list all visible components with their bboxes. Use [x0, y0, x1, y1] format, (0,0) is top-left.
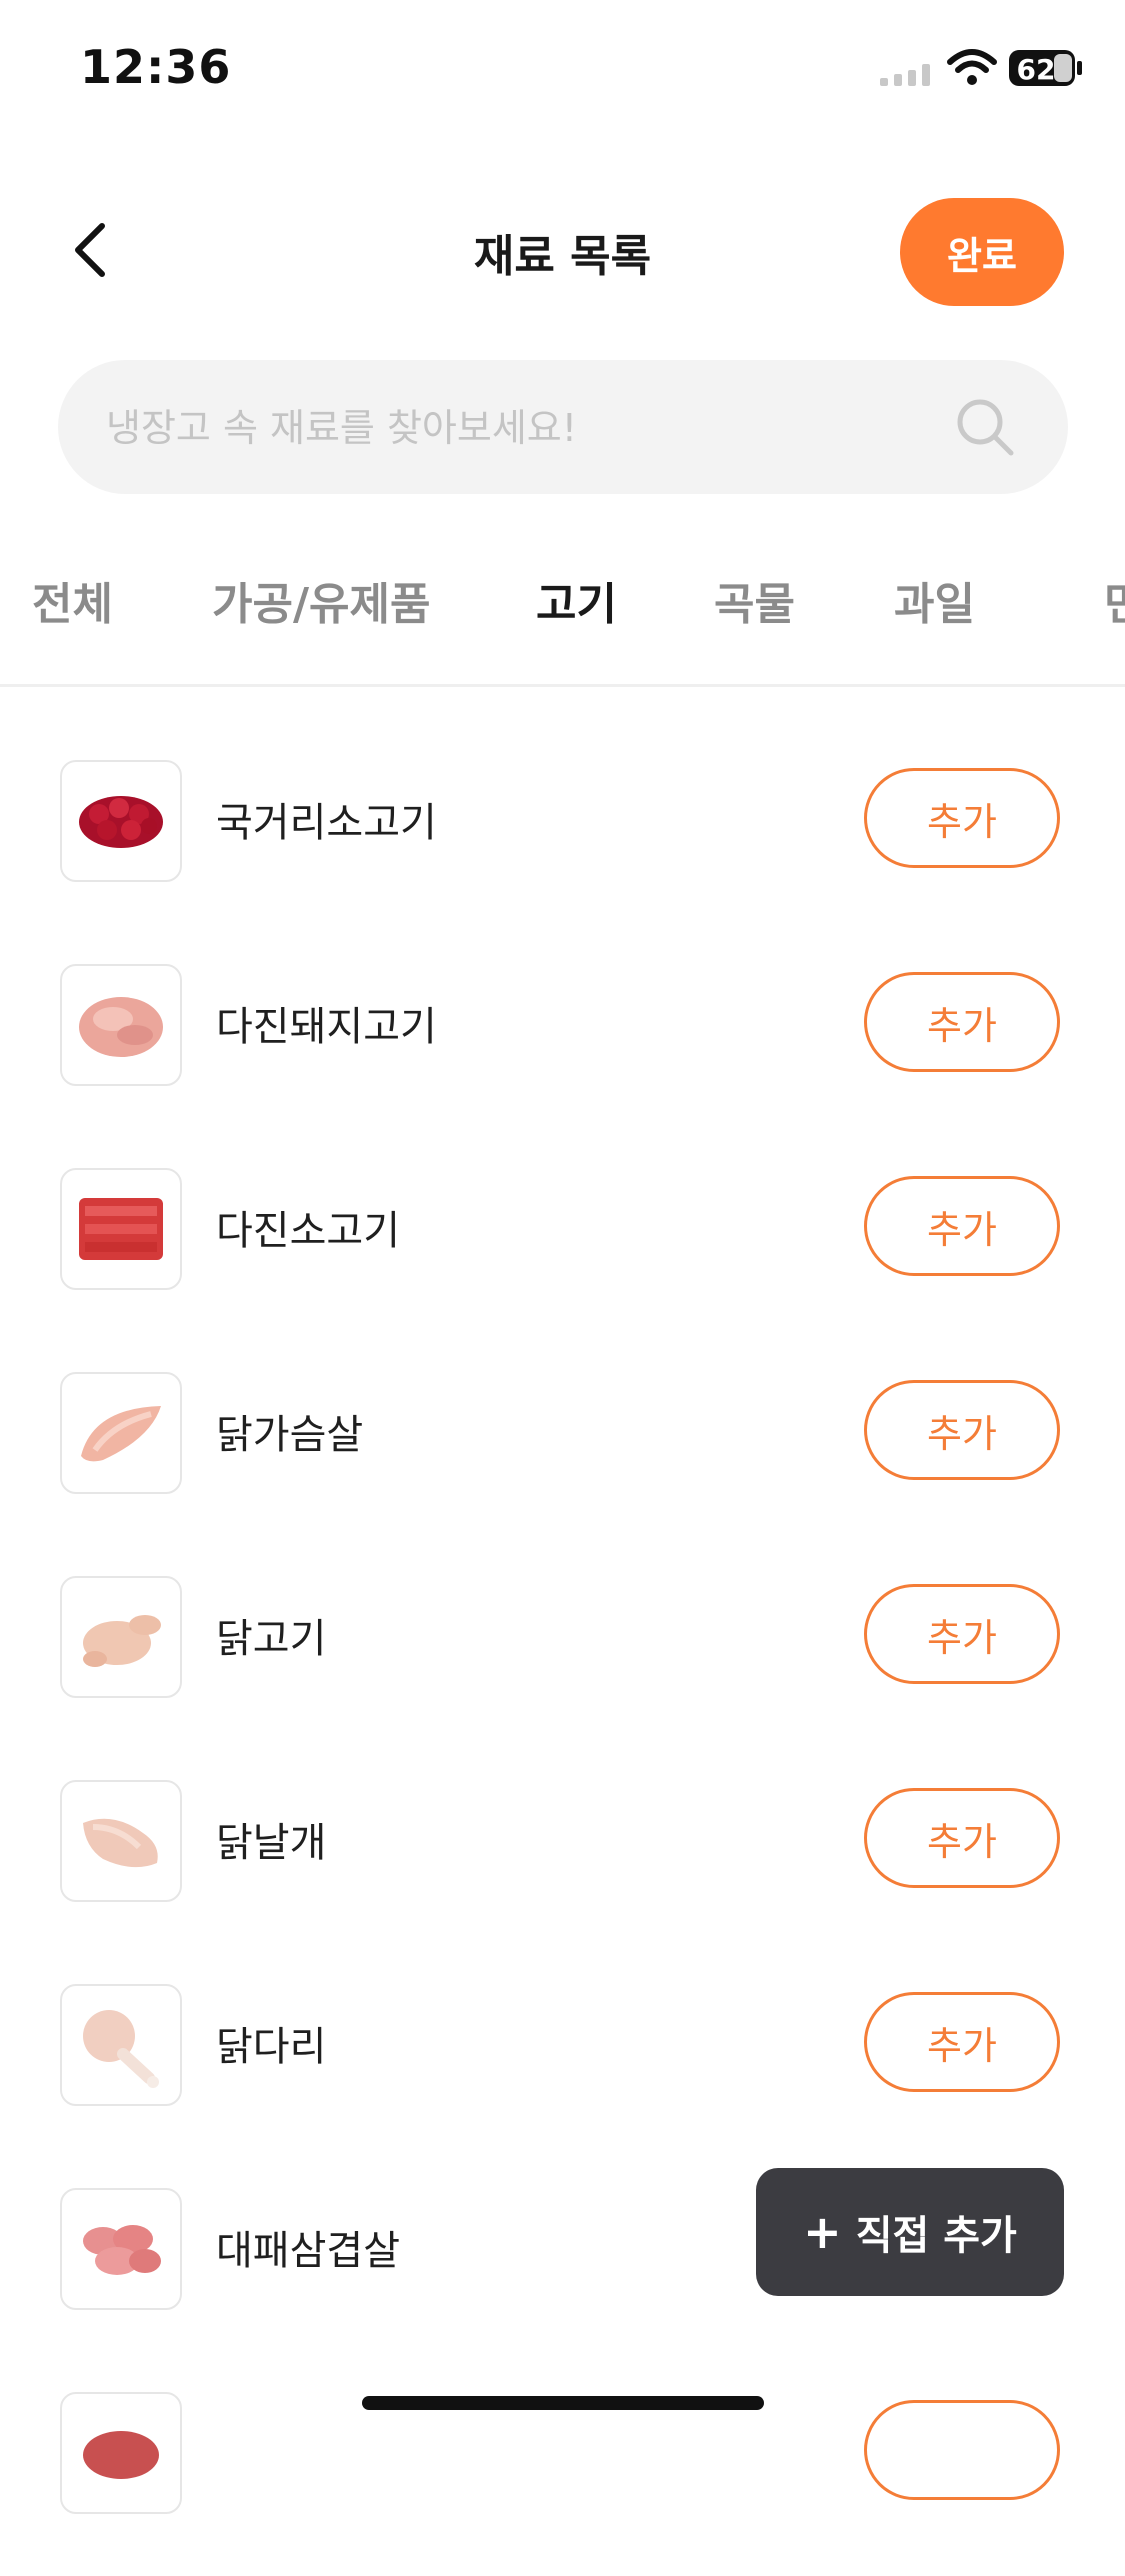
ingredient-name: 다진소고기	[216, 1208, 400, 1254]
back-arrow-icon[interactable]	[60, 218, 124, 282]
list-item: 닭날개 추가	[0, 1760, 1125, 1964]
list-item: 국거리소고기 추가	[0, 740, 1125, 944]
tab-all[interactable]: 전체	[32, 568, 113, 632]
add-button[interactable]	[864, 2400, 1060, 2500]
ground-beef-icon	[79, 1198, 163, 1260]
ingredient-name: 대패삼겹살	[216, 2228, 400, 2274]
tab-grain[interactable]: 곡물	[714, 568, 795, 632]
plus-icon: +	[803, 2205, 842, 2259]
ingredient-thumbnail	[60, 964, 182, 1086]
add-button[interactable]: 추가	[864, 1788, 1060, 1888]
battery-level: 62	[1017, 53, 1056, 86]
add-button[interactable]: 추가	[864, 1992, 1060, 2092]
list-item: 닭다리 추가	[0, 1964, 1125, 2168]
ingredient-thumbnail	[60, 760, 182, 882]
list-item: 닭가슴살 추가	[0, 1352, 1125, 1556]
ingredient-thumbnail	[60, 1984, 182, 2106]
search-bar	[58, 360, 1068, 496]
ingredient-name: 닭날개	[216, 1820, 327, 1866]
add-button[interactable]: 추가	[864, 1584, 1060, 1684]
add-button[interactable]: 추가	[864, 1380, 1060, 1480]
search-input[interactable]	[104, 360, 928, 496]
ingredient-name: 다진돼지고기	[216, 1004, 437, 1050]
beef-cubes-icon	[79, 796, 163, 848]
done-button[interactable]: 완료	[900, 198, 1064, 306]
ingredient-name: 닭고기	[216, 1616, 327, 1662]
whole-chicken-icon	[83, 1615, 161, 1667]
ground-pork-icon	[79, 997, 163, 1057]
tab-processed-dairy[interactable]: 가공/유제품	[212, 568, 430, 632]
status-time: 12:36	[80, 40, 232, 94]
chicken-breast-icon	[81, 1406, 161, 1462]
tab-fruit[interactable]: 과일	[894, 568, 975, 632]
battery-icon: 62	[1009, 50, 1082, 86]
ingredient-thumbnail	[60, 1576, 182, 1698]
tab-noodles[interactable]: 면	[1104, 568, 1125, 632]
ingredient-name: 국거리소고기	[216, 800, 437, 846]
cellular-signal-icon	[880, 64, 930, 86]
add-button[interactable]: 추가	[864, 1176, 1060, 1276]
tab-meat[interactable]: 고기	[536, 568, 617, 632]
pork-belly-slices-icon	[83, 2225, 161, 2275]
search-icon[interactable]	[954, 396, 1016, 458]
category-tabs: 전체 가공/유제품 고기 곡물 과일 면	[0, 540, 1125, 652]
ingredient-thumbnail	[60, 2392, 182, 2514]
chicken-wing-icon	[83, 1818, 158, 1868]
wifi-icon	[947, 49, 997, 85]
list-item: 다진돼지고기 추가	[0, 944, 1125, 1148]
list-item: 다진소고기 추가	[0, 1148, 1125, 1352]
custom-add-label: 직접 추가	[855, 2213, 1017, 2259]
list-item: 닭고기 추가	[0, 1556, 1125, 1760]
tabs-divider	[0, 684, 1125, 687]
status-bar: 12:36 62	[0, 0, 1125, 140]
ingredient-thumbnail	[60, 1780, 182, 1902]
add-button[interactable]: 추가	[864, 972, 1060, 1072]
home-indicator[interactable]	[362, 2396, 764, 2410]
ingredient-thumbnail	[60, 2188, 182, 2310]
ingredient-thumbnail	[60, 1168, 182, 1290]
ingredient-name: 닭가슴살	[216, 1412, 364, 1458]
add-button[interactable]: 추가	[864, 768, 1060, 868]
meat-icon	[83, 2431, 159, 2479]
custom-add-button[interactable]: + 직접 추가	[756, 2168, 1064, 2296]
header: 재료 목록 완료	[0, 190, 1125, 310]
ingredient-thumbnail	[60, 1372, 182, 1494]
chicken-leg-icon	[83, 2010, 159, 2088]
ingredient-name: 닭다리	[216, 2024, 327, 2070]
